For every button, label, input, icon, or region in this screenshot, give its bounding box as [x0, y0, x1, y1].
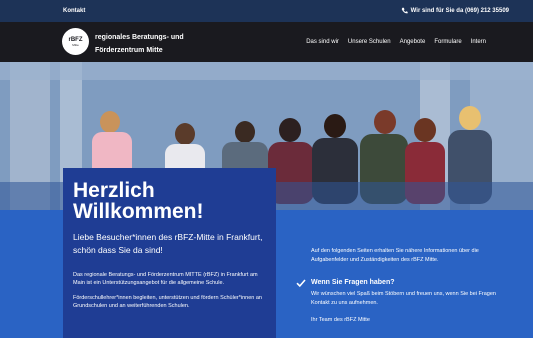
- org-name-line-2: Förderzentrum Mitte: [95, 47, 163, 54]
- logo[interactable]: rBFZ Mitte: [62, 28, 89, 55]
- nav-item-formulare[interactable]: Formulare: [434, 39, 461, 45]
- info-column: Auf den folgenden Seiten erhalten Sie nä…: [296, 247, 511, 325]
- top-bar: Kontakt Wir sind für Sie da (069) 212 35…: [0, 0, 533, 22]
- team-signoff: Ihr Team des rBFZ Mitte: [311, 317, 370, 323]
- welcome-title: Herzlich Willkommen!: [73, 179, 204, 223]
- welcome-paragraph-1: Das regionale Beratungs- und Förderzentr…: [73, 272, 258, 286]
- welcome-lead: Liebe Besucher*innen des rBFZ-Mitte in F…: [73, 232, 263, 255]
- welcome-paragraph-2: Förderschullehrer*innen begleiten, unter…: [73, 295, 262, 309]
- phone-text: Wir sind für Sie da (069) 212 35509: [410, 7, 509, 14]
- org-name-line-1: regionales Beratungs- und: [95, 34, 184, 41]
- faq-heading-row: Wenn Sie Fragen haben?: [296, 278, 511, 288]
- nav-item-das-sind-wir[interactable]: Das sind wir: [306, 39, 339, 45]
- phone-contact[interactable]: Wir sind für Sie da (069) 212 35509: [401, 7, 509, 14]
- faq-heading: Wenn Sie Fragen haben?: [311, 279, 395, 286]
- organization-name[interactable]: regionales Beratungs- und Förderzentrum …: [95, 31, 184, 57]
- phone-icon: [401, 7, 408, 14]
- nav-item-angebote[interactable]: Angebote: [400, 39, 426, 45]
- check-icon: [296, 279, 306, 288]
- nav-item-unsere-schulen[interactable]: Unsere Schulen: [348, 39, 391, 45]
- info-intro: Auf den folgenden Seiten erhalten Sie nä…: [311, 248, 479, 263]
- logo-subtext: Mitte: [72, 42, 79, 47]
- contact-link[interactable]: Kontakt: [63, 8, 85, 14]
- faq-text: Wir wünschen viel Spaß beim Stöbern und …: [311, 291, 496, 306]
- main-header: rBFZ Mitte regionales Beratungs- und För…: [0, 22, 533, 62]
- main-navigation: Das sind wir Unsere Schulen Angebote For…: [306, 39, 486, 45]
- welcome-card: Herzlich Willkommen! Liebe Besucher*inne…: [63, 168, 276, 338]
- nav-item-intern[interactable]: Intern: [471, 39, 486, 45]
